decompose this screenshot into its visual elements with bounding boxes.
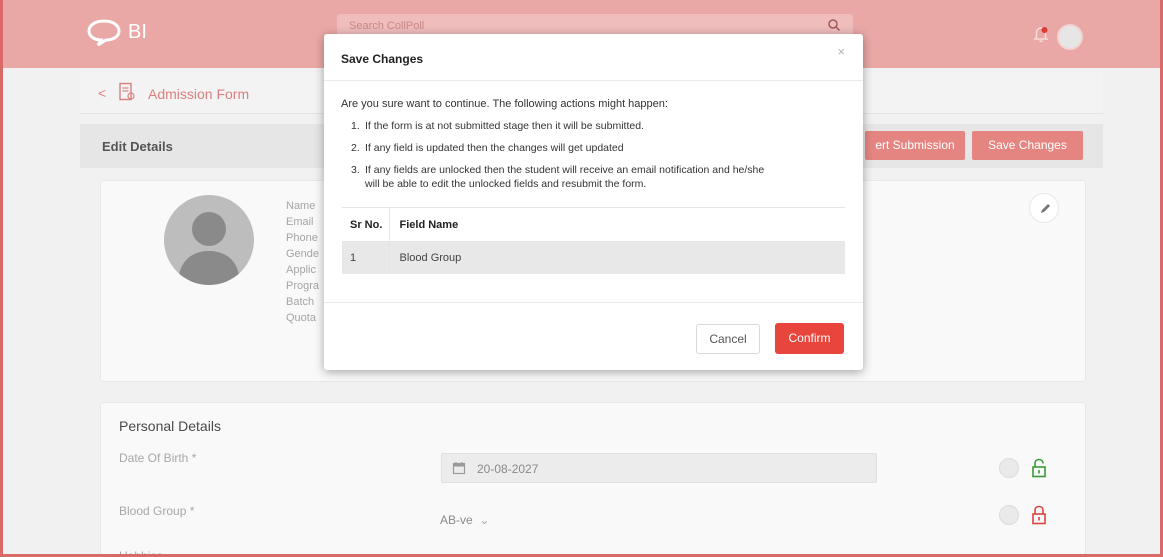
point-text: If any field is updated then the changes… xyxy=(365,142,624,154)
save-changes-dialog: Save Changes × Are you sure want to cont… xyxy=(324,34,863,370)
dialog-header: Save Changes × xyxy=(324,34,863,81)
dialog-title: Save Changes xyxy=(341,52,424,66)
point-text-continued: will be able to edit the unlocked fields… xyxy=(365,178,647,190)
point-text: If the form is at not submitted stage th… xyxy=(365,120,644,132)
table-row: 1 Blood Group xyxy=(342,241,845,274)
point-number: 1. xyxy=(351,120,360,132)
confirm-button[interactable]: Confirm xyxy=(775,323,844,354)
unlocked-fields-table: Sr No. Field Name 1 Blood Group xyxy=(342,207,845,274)
point-number: 3. xyxy=(351,164,360,176)
dialog-intro-text: Are you sure want to continue. The follo… xyxy=(341,98,668,110)
point-text: If any fields are unlocked then the stud… xyxy=(365,164,765,176)
dialog-footer: Cancel Confirm xyxy=(324,302,863,370)
close-icon[interactable]: × xyxy=(837,44,845,59)
dialog-point: 2. If any field is updated then the chang… xyxy=(341,141,846,155)
dialog-point: 1. If the form is at not submitted stage … xyxy=(341,119,846,133)
point-number: 2. xyxy=(351,142,360,154)
dialog-body: Are you sure want to continue. The follo… xyxy=(341,98,846,191)
cancel-button[interactable]: Cancel xyxy=(696,324,760,354)
column-header-sr-no: Sr No. xyxy=(342,207,390,242)
table-cell: Blood Group xyxy=(389,241,845,274)
column-header-field-name: Field Name xyxy=(389,207,845,242)
dialog-point: 3. If any fields are unlocked then the st… xyxy=(341,163,846,191)
table-header-row: Sr No. Field Name xyxy=(342,207,845,242)
table-cell: 1 xyxy=(342,241,390,274)
